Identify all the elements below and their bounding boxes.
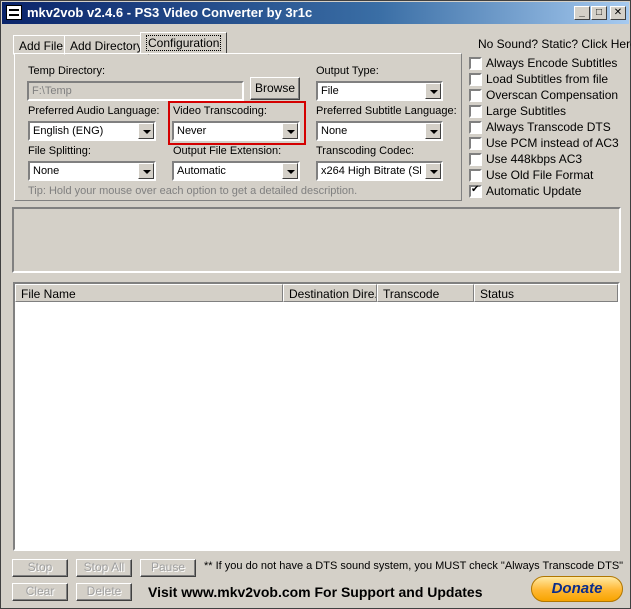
transcoding-codec-select[interactable]: x264 High Bitrate (Slow) (316, 161, 443, 181)
column-header-file-name[interactable]: File Name (15, 284, 283, 302)
preferred-subtitle-select[interactable]: None (316, 121, 443, 141)
file-splitting-label: File Splitting: (28, 145, 91, 157)
tab-configuration[interactable]: Configuration (140, 32, 228, 54)
main-window: mkv2vob v2.4.6 - PS3 Video Converter by … (0, 0, 631, 609)
window-title: mkv2vob v2.4.6 - PS3 Video Converter by … (27, 5, 313, 20)
checkbox[interactable] (469, 137, 482, 150)
output-type-select[interactable]: File (316, 81, 443, 101)
status-area (12, 207, 621, 273)
preferred-audio-label: Preferred Audio Language: (28, 105, 160, 117)
checkbox-checked[interactable] (469, 184, 482, 198)
file-list[interactable]: File Name Destination Dire... Transcode … (13, 282, 620, 551)
chevron-down-icon[interactable] (282, 163, 298, 179)
checkbox[interactable] (469, 105, 482, 118)
no-sound-help-link[interactable]: No Sound? Static? Click Here (478, 37, 631, 51)
browse-button[interactable]: Browse (250, 77, 300, 100)
output-type-label: Output Type: (316, 65, 379, 77)
stop-button[interactable]: Stop (12, 559, 68, 577)
donate-button[interactable]: Donate (531, 576, 623, 602)
app-icon[interactable] (6, 5, 22, 20)
close-button[interactable]: ✕ (610, 6, 626, 20)
temp-directory-label: Temp Directory: (28, 65, 106, 77)
column-header-transcode[interactable]: Transcode (377, 284, 474, 302)
chevron-down-icon[interactable] (138, 123, 154, 139)
column-header-destination[interactable]: Destination Dire... (283, 284, 377, 302)
tab-add-file[interactable]: Add File (13, 35, 70, 55)
pause-button[interactable]: Pause (140, 559, 196, 577)
chevron-down-icon[interactable] (138, 163, 154, 179)
temp-directory-field[interactable]: F:\Temp (27, 81, 244, 101)
dts-note: ** If you do not have a DTS sound system… (204, 560, 624, 572)
chevron-down-icon[interactable] (425, 163, 441, 179)
preferred-audio-select[interactable]: English (ENG) (28, 121, 156, 141)
transcoding-codec-label: Transcoding Codec: (316, 145, 415, 157)
column-header-status[interactable]: Status (474, 284, 618, 302)
preferred-subtitle-label: Preferred Subtitle Language: (316, 105, 457, 117)
checkbox[interactable] (469, 89, 482, 102)
output-extension-label: Output File Extension: (173, 145, 282, 157)
file-splitting-select[interactable]: None (28, 161, 156, 181)
checkbox[interactable] (469, 121, 482, 134)
stop-all-button[interactable]: Stop All (76, 559, 132, 577)
tab-add-directory[interactable]: Add Directory (64, 35, 149, 55)
chevron-down-icon[interactable] (425, 123, 441, 139)
delete-button[interactable]: Delete (76, 583, 132, 601)
visit-website-link[interactable]: Visit www.mkv2vob.com For Support and Up… (148, 584, 483, 600)
clear-button[interactable]: Clear (12, 583, 68, 601)
chevron-down-icon[interactable] (425, 83, 441, 99)
title-bar[interactable]: mkv2vob v2.4.6 - PS3 Video Converter by … (2, 2, 629, 24)
tip-text: Tip: Hold your mouse over each option to… (28, 185, 358, 197)
checkbox[interactable] (469, 57, 482, 70)
maximize-button[interactable]: □ (591, 6, 607, 20)
minimize-button[interactable]: _ (574, 6, 590, 20)
output-extension-select[interactable]: Automatic (172, 161, 300, 181)
checkbox[interactable] (469, 169, 482, 182)
checkbox[interactable] (469, 73, 482, 86)
checkbox[interactable] (469, 153, 482, 166)
highlight-box (168, 101, 306, 145)
